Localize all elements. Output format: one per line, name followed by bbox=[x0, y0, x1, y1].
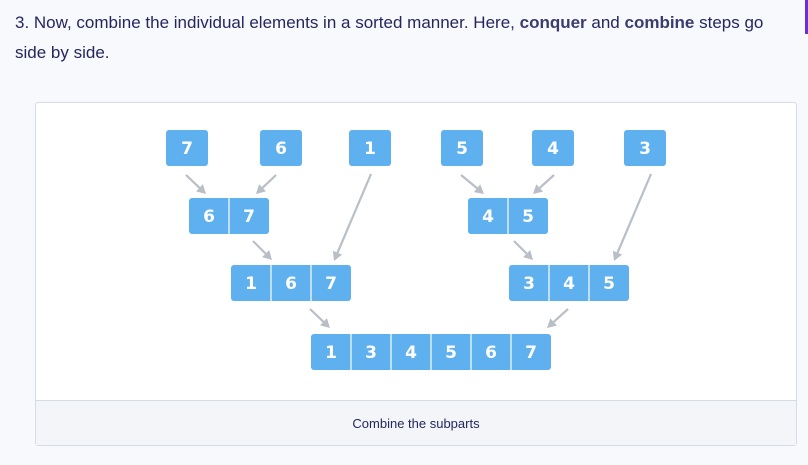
cell-value: 1 bbox=[245, 274, 257, 294]
conquer-keyword: conquer bbox=[519, 13, 587, 32]
merged-triple-right: 3 4 5 bbox=[509, 265, 629, 301]
cell-value: 4 bbox=[405, 343, 417, 363]
merged-pair-right: 45 bbox=[468, 198, 548, 234]
cell-value: 6 bbox=[485, 343, 497, 363]
cell-value: 5 bbox=[603, 274, 615, 294]
cell-value: 6 bbox=[285, 274, 297, 294]
final-sorted-array: 1 3 4 5 6 7 bbox=[311, 334, 551, 370]
cell-value: 1 bbox=[364, 139, 376, 159]
merge-arrow bbox=[256, 174, 277, 194]
cell-value: 5 bbox=[522, 207, 534, 227]
cell-value: 6 bbox=[275, 139, 287, 159]
merge-diagram: 7 6 1 5 4 36 7 4 51 6 7 3 4 51 3 4 5 6 7 bbox=[166, 130, 666, 370]
step-text-prefix: 3. Now, combine the individual elements … bbox=[15, 13, 520, 32]
step-description: 3. Now, combine the individual elements … bbox=[15, 8, 785, 68]
single-element: 4 bbox=[532, 130, 574, 166]
cell-value: 7 bbox=[181, 139, 193, 159]
single-element: 5 bbox=[441, 130, 483, 166]
merge-arrow bbox=[533, 174, 555, 194]
single-element: 6 bbox=[260, 130, 302, 166]
step-text-mid: and bbox=[586, 13, 625, 32]
merged-triple-left: 1 6 7 bbox=[231, 265, 351, 301]
merge-arrow bbox=[513, 240, 533, 260]
merge-arrow bbox=[612, 173, 653, 261]
combine-keyword: combine bbox=[624, 13, 695, 32]
cell-value: 7 bbox=[325, 274, 337, 294]
merge-arrow bbox=[185, 174, 206, 194]
single-element: 7 bbox=[166, 130, 208, 166]
cell-value: 3 bbox=[639, 139, 651, 159]
figure-card: 7615436745167345134567 Combine the subpa… bbox=[35, 102, 797, 446]
cell-value: 1 bbox=[325, 343, 337, 363]
single-element: 3 bbox=[624, 130, 666, 166]
cell-value: 7 bbox=[525, 343, 537, 363]
cell-value: 4 bbox=[547, 139, 559, 159]
merge-arrow bbox=[332, 173, 373, 261]
merge-arrow bbox=[309, 308, 330, 328]
caption-text: Combine the subparts bbox=[352, 415, 480, 431]
cell-value: 3 bbox=[365, 343, 377, 363]
cell-value: 4 bbox=[482, 207, 494, 227]
cell-value: 7 bbox=[243, 207, 255, 227]
figure-caption: Combine the subparts bbox=[36, 400, 796, 445]
merge-arrow bbox=[460, 174, 484, 194]
single-element: 1 bbox=[349, 130, 391, 166]
merged-pair-left: 67 bbox=[189, 198, 269, 234]
merge-arrow bbox=[547, 308, 569, 328]
cell-value: 4 bbox=[563, 274, 575, 294]
cell-value: 5 bbox=[456, 139, 468, 159]
cell-value: 6 bbox=[203, 207, 215, 227]
merge-arrow bbox=[252, 240, 272, 260]
cell-value: 3 bbox=[523, 274, 535, 294]
cell-value: 5 bbox=[445, 343, 457, 363]
